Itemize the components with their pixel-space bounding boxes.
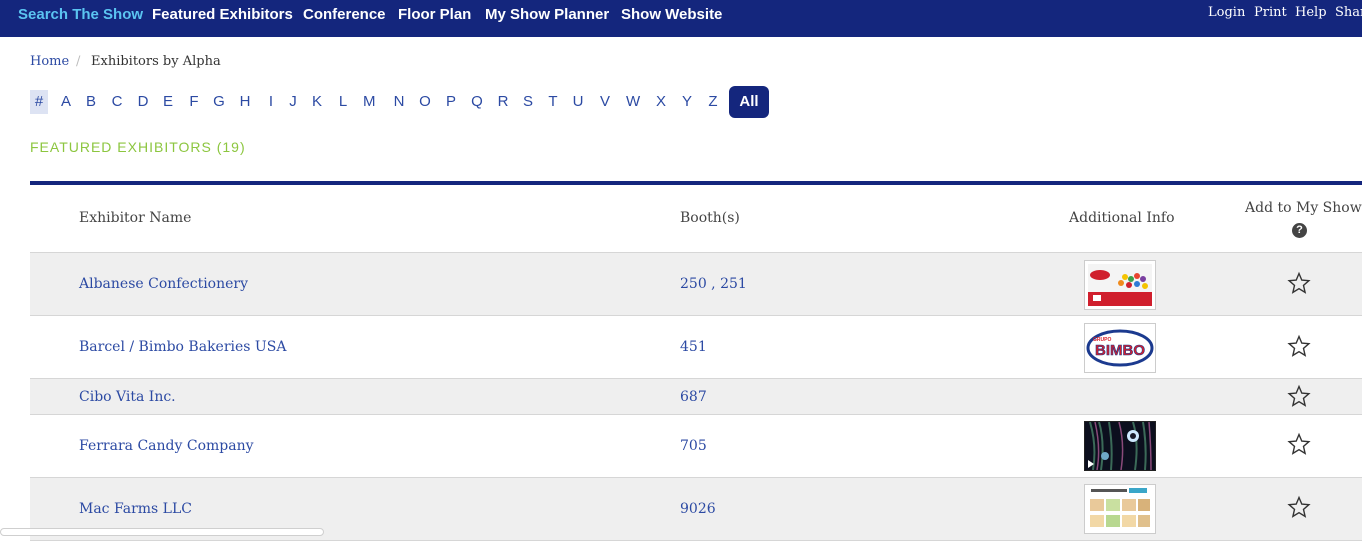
print-link[interactable]: Print [1254, 0, 1287, 26]
alpha-filter-letter[interactable]: P [445, 90, 457, 114]
alpha-filter-letter[interactable]: G [213, 90, 225, 114]
alpha-filter-letter[interactable]: T [547, 90, 559, 114]
table-row: Cibo Vita Inc. 687 [30, 379, 1362, 415]
alpha-filter-letter[interactable]: I [265, 90, 277, 114]
section-title: FEATURED EXHIBITORS (19) [30, 139, 246, 155]
add-to-my-show-star-icon[interactable] [1287, 334, 1311, 358]
svg-text:BIMBO: BIMBO [1095, 342, 1145, 359]
alpha-filter-all-button[interactable]: All [729, 86, 769, 118]
nav-featured-exhibitors[interactable]: Featured Exhibitors [152, 0, 293, 30]
add-to-my-show-star-icon[interactable] [1287, 271, 1311, 295]
alpha-filter-letter[interactable]: F [188, 90, 200, 114]
alpha-filter-letter[interactable]: H [239, 90, 251, 114]
alpha-filter-hash[interactable]: # [30, 90, 48, 114]
alpha-filter-letter[interactable]: B [85, 90, 97, 114]
exhibitor-name-link[interactable]: Ferrara Candy Company [79, 438, 254, 454]
exhibitor-name-link[interactable]: Barcel / Bimbo Bakeries USA [79, 339, 286, 355]
alpha-filter-letter[interactable]: S [522, 90, 534, 114]
nav-my-show-planner[interactable]: My Show Planner [485, 0, 609, 30]
nav-search-the-show[interactable]: Search The Show [18, 0, 143, 30]
alpha-filter-letter[interactable]: E [162, 90, 174, 114]
alpha-filter-letter[interactable]: D [137, 90, 149, 114]
alpha-filter-letter[interactable]: X [655, 90, 667, 114]
booth-numbers[interactable]: 705 [680, 438, 707, 454]
booth-numbers[interactable]: 9026 [680, 501, 716, 517]
add-to-my-show-star-icon[interactable] [1287, 432, 1311, 456]
add-to-my-show-star-icon[interactable] [1287, 495, 1311, 519]
breadcrumb-current: Exhibitors by Alpha [91, 54, 221, 69]
alpha-filter-letter[interactable]: L [337, 90, 349, 114]
booth-numbers[interactable]: 687 [680, 389, 707, 405]
help-icon[interactable]: ? [1292, 223, 1307, 238]
section-divider [30, 181, 1362, 185]
share-link[interactable]: Shar [1335, 0, 1362, 26]
alpha-filter-letter[interactable]: J [287, 90, 299, 114]
alpha-filter-letter[interactable]: Z [707, 90, 719, 114]
alpha-filter-letter[interactable]: M [363, 90, 376, 114]
login-link[interactable]: Login [1208, 0, 1245, 26]
alpha-filter-letter[interactable]: R [497, 90, 509, 114]
table-row: Barcel / Bimbo Bakeries USA 451 GRUPO BI… [30, 316, 1362, 379]
alpha-filter-letter[interactable]: U [572, 90, 584, 114]
nav-show-website[interactable]: Show Website [621, 0, 722, 30]
header-exhibitor-name: Exhibitor Name [79, 210, 192, 226]
top-navigation: Search The Show Featured Exhibitors Conf… [0, 0, 1362, 37]
alpha-filter-letter[interactable]: K [311, 90, 323, 114]
product-grid-thumbnail[interactable] [1084, 484, 1156, 534]
nav-conference[interactable]: Conference [303, 0, 386, 30]
booth-numbers[interactable]: 451 [680, 339, 707, 355]
bimbo-logo-thumbnail[interactable]: GRUPO BIMBO [1084, 323, 1156, 373]
bottom-popup-edge [0, 528, 324, 536]
add-to-my-show-star-icon[interactable] [1287, 384, 1311, 408]
alpha-filter-letter[interactable]: N [393, 90, 405, 114]
alpha-filter-letter[interactable]: A [60, 90, 72, 114]
table-row: Albanese Confectionery 250 , 251 [30, 253, 1362, 316]
alpha-filter-letter[interactable]: V [599, 90, 611, 114]
breadcrumb-home[interactable]: Home [30, 54, 69, 69]
help-link[interactable]: Help [1295, 0, 1327, 26]
breadcrumb-separator: / [76, 54, 81, 69]
nav-floor-plan[interactable]: Floor Plan [398, 0, 471, 30]
header-add-to-my-show: Add to My Show [1245, 200, 1362, 216]
table-row: Ferrara Candy Company 705 [30, 415, 1362, 478]
alpha-filter-letter[interactable]: Y [681, 90, 693, 114]
albanese-bag-thumbnail[interactable] [1084, 260, 1156, 310]
video-still-thumbnail[interactable] [1084, 421, 1156, 471]
header-additional-info: Additional Info [1069, 210, 1175, 226]
exhibitor-name-link[interactable]: Mac Farms LLC [79, 501, 192, 517]
alpha-filter-letter[interactable]: W [626, 90, 640, 114]
exhibitor-name-link[interactable]: Cibo Vita Inc. [79, 389, 176, 405]
header-booths: Booth(s) [680, 210, 740, 226]
booth-numbers[interactable]: 250 , 251 [680, 276, 747, 292]
exhibitor-name-link[interactable]: Albanese Confectionery [79, 276, 248, 292]
alpha-filter-letter[interactable]: C [111, 90, 123, 114]
alpha-filter-letter[interactable]: Q [471, 90, 483, 114]
alpha-filter-letter[interactable]: O [419, 90, 431, 114]
